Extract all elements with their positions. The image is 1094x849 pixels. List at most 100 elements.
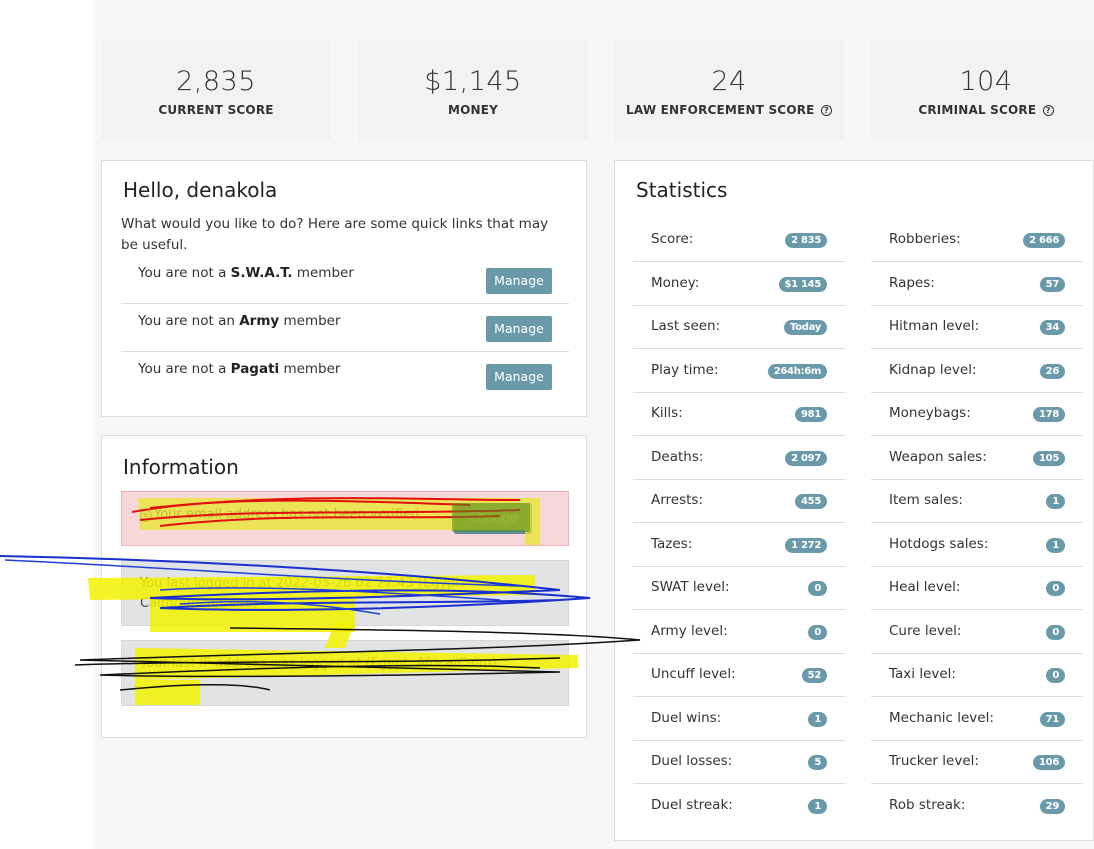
stat-row: Trucker level: 106 <box>871 740 1083 784</box>
dashboard-page: 2,835 CURRENT SCORE $1,145 MONEY 24 LAW … <box>94 0 1094 849</box>
membership-text: You are not a S.W.A.T. member <box>138 265 354 281</box>
stat-row: Cure level: 0 <box>871 610 1083 654</box>
hello-intro: What would you like to do? Here are some… <box>121 216 549 253</box>
stat-label: Army level: <box>651 622 728 639</box>
stat-label: Money: <box>651 274 700 291</box>
membership-text: You are not a Pagati member <box>138 361 341 377</box>
stat-value-badge: 2 666 <box>1023 233 1065 248</box>
stat-row: Duel streak: 1 <box>633 784 845 828</box>
stat-value-badge: 1 <box>1046 494 1065 509</box>
stat-value-badge: 1 <box>808 798 827 814</box>
stat-label: Mechanic level: <box>889 709 994 726</box>
statistics-title: Statistics <box>636 178 728 202</box>
stat-value-badge: 1 <box>1046 537 1065 553</box>
stat-label: Score: <box>651 231 694 247</box>
stat-value-badge: 105 <box>1033 450 1065 466</box>
stat-value-badge: 26 <box>1039 363 1065 379</box>
stat-label: Tazes: <box>651 535 693 552</box>
stat-value-badge: 71 <box>1039 711 1065 727</box>
current-score-value: 2,835 <box>176 66 256 97</box>
manage-swat-button[interactable]: Manage <box>486 268 552 294</box>
stat-value-badge: 0 <box>1046 581 1065 596</box>
stat-row: Rapes: 57 <box>871 262 1083 306</box>
criminal-score-value: 104 <box>959 66 1013 97</box>
last-login-alert: You last logged in at 2022-05-26 02:27:4… <box>121 560 569 626</box>
stat-row: Army level: 0 <box>633 610 845 654</box>
stat-row: Hotdogs sales: 1 <box>871 523 1083 567</box>
stat-label: SWAT level: <box>651 579 730 595</box>
stat-row: Weapon sales: 105 <box>871 436 1083 480</box>
last-login-text: You last logged in at 2022-05-26 02:27:4… <box>140 576 465 611</box>
last-ip-alert: Your last IP address was logged at (Egyp… <box>121 640 569 706</box>
hello-card: Hello, denakola What would you like to d… <box>101 160 587 417</box>
stat-value-badge: 981 <box>795 407 827 422</box>
stat-value-badge: 0 <box>1046 624 1065 640</box>
stat-row: Uncuff level: 52 <box>633 653 845 697</box>
change-email-button[interactable]: Change <box>454 503 532 534</box>
hello-title: Hello, denakola <box>123 178 278 202</box>
stat-row: Deaths: 2 097 <box>633 436 845 480</box>
money-label: MONEY <box>447 103 499 117</box>
stat-label: Kidnap level: <box>889 361 977 378</box>
stat-label: Play time: <box>651 361 719 378</box>
stat-value-badge: 2 835 <box>785 233 827 248</box>
stat-value-badge: 5 <box>808 755 827 770</box>
stat-row: Kills: 981 <box>633 392 845 436</box>
stat-row: Score: 2 835 <box>633 218 845 262</box>
stat-label: Hitman level: <box>889 318 980 334</box>
criminal-score-label-wrap: CRIMINAL SCORE ? <box>871 103 1094 117</box>
stat-row: SWAT level: 0 <box>633 566 845 610</box>
manage-pagati-button[interactable]: Manage <box>486 364 552 390</box>
stat-value-badge: 106 <box>1033 755 1065 770</box>
help-icon[interactable]: ? <box>820 105 832 116</box>
stat-row: Arrests: 455 <box>633 479 845 523</box>
stat-row: Taxi level: 0 <box>871 653 1083 697</box>
criminal-score-box: 104 CRIMINAL SCORE ? <box>871 39 1094 141</box>
stat-label: Duel streak: <box>651 796 733 813</box>
stat-label: Duel losses: <box>651 753 733 769</box>
stat-label: Uncuff level: <box>651 666 736 682</box>
stat-label: Item sales: <box>889 492 963 508</box>
current-score-label: CURRENT SCORE <box>158 103 274 117</box>
manage-army-button[interactable]: Manage <box>486 316 552 342</box>
membership-row-swat: You are not a S.W.A.T. member Manage <box>121 256 569 304</box>
stat-label: Trucker level: <box>889 753 979 769</box>
group-name: Army <box>239 313 280 329</box>
stat-value-badge: Today <box>784 320 827 335</box>
stat-row: Kidnap level: 26 <box>871 349 1083 393</box>
close-circle-icon: × <box>140 510 152 522</box>
criminal-score-label: CRIMINAL SCORE <box>918 103 1037 117</box>
stat-row: Heal level: 0 <box>871 566 1083 610</box>
stat-label: Duel wins: <box>651 709 722 726</box>
stat-value-badge: 57 <box>1039 276 1065 292</box>
law-enforcement-score-box: 24 LAW ENFORCEMENT SCORE ? <box>614 39 844 141</box>
stat-value-badge: 455 <box>795 494 827 509</box>
stat-row: Mechanic level: 71 <box>871 697 1083 741</box>
information-title: Information <box>123 455 239 479</box>
stat-row: Tazes: 1 272 <box>633 523 845 567</box>
information-card: Information × Your email address has not … <box>101 435 587 738</box>
stat-label: Heal level: <box>889 579 961 595</box>
stat-label: Deaths: <box>651 448 704 465</box>
stat-label: Taxi level: <box>889 666 956 682</box>
stat-value-badge: 1 <box>808 711 827 727</box>
stat-row: Duel losses: 5 <box>633 740 845 784</box>
membership-text: You are not an Army member <box>138 313 341 329</box>
group-name: Pagati <box>230 361 280 377</box>
help-icon[interactable]: ? <box>1042 105 1054 116</box>
stat-row: Hitman level: 34 <box>871 305 1083 349</box>
law-enforcement-score-value: 24 <box>711 66 747 97</box>
stat-label: Rapes: <box>889 274 935 291</box>
stat-row: Duel wins: 1 <box>633 697 845 741</box>
current-score-box: 2,835 CURRENT SCORE <box>101 39 331 141</box>
statistics-card: Statistics Score: 2 835 Money: $1 145 Last s… <box>614 160 1094 841</box>
stat-row: Moneybags: 178 <box>871 392 1083 436</box>
law-enforcement-score-label-wrap: LAW ENFORCEMENT SCORE ? <box>614 103 844 117</box>
membership-row-pagati: You are not a Pagati member Manage <box>121 352 569 400</box>
stat-value-badge: 34 <box>1039 320 1065 335</box>
group-name: S.W.A.T. <box>230 265 293 281</box>
money-value: $1,145 <box>424 66 522 97</box>
membership-row-army: You are not an Army member Manage <box>121 304 569 352</box>
stat-value-badge: 0 <box>808 581 827 596</box>
last-ip-text: Your last IP address was logged at (Egyp… <box>140 656 497 671</box>
